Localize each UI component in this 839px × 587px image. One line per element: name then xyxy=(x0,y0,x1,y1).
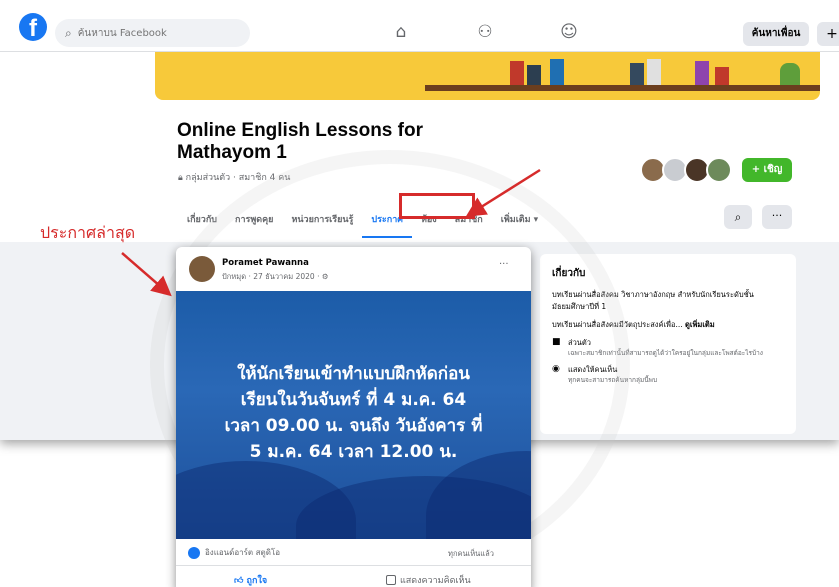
post-date: ปักหมุด · 27 ธันวาคม 2020 · ⚙ xyxy=(222,272,329,281)
post-message-line: เวลา 09.00 น. จนถึง วันอังคาร ที่ xyxy=(224,416,483,436)
like-button[interactable]: 👍︎ ถูกใจ xyxy=(234,573,267,587)
cover-book xyxy=(695,61,709,85)
post-options-icon[interactable]: ··· xyxy=(499,259,509,270)
cover-photo xyxy=(155,52,820,100)
like-label: ถูกใจ xyxy=(246,576,268,586)
cover-book xyxy=(510,61,524,85)
post-message-line: 5 ม.ค. 64 เวลา 12.00 น. xyxy=(249,442,458,462)
lock-icon: 🔒︎ xyxy=(178,173,183,183)
create-button[interactable]: + xyxy=(817,22,839,46)
facebook-logo-icon[interactable]: f xyxy=(19,13,47,41)
reactors-text: อิงแอนด์อาร์ต สตูดิโอ xyxy=(205,548,281,557)
cover-book xyxy=(630,63,644,85)
search-box[interactable]: ⌕ xyxy=(55,19,250,47)
author-avatar[interactable] xyxy=(189,256,215,282)
avatar[interactable] xyxy=(706,157,732,183)
group-search-button[interactable]: ⌕ xyxy=(724,205,752,229)
top-navigation-bar: f ⌕ ⌂ ⚇ ☺ ค้นหาเพื่อน + xyxy=(0,0,839,52)
cover-book xyxy=(715,67,729,85)
post-image[interactable]: ให้นักเรียนเข้าทำแบบฝึกหัดก่อน เรียนในวั… xyxy=(176,291,531,539)
cover-book xyxy=(550,59,564,85)
member-avatars[interactable] xyxy=(640,157,732,185)
post-actions: 👍︎ ถูกใจ แสดงความคิดเห็น xyxy=(176,565,531,587)
post-author[interactable]: Poramet Pawanna xyxy=(222,258,309,268)
post-reactions[interactable]: อิงแอนด์อาร์ต สตูดิโอ xyxy=(188,546,280,559)
cover-book xyxy=(527,65,541,85)
latest-announcement-label: ประกาศล่าสุด xyxy=(40,223,136,242)
like-reaction-icon xyxy=(188,546,200,559)
thumbs-up-icon: 👍︎ xyxy=(234,576,244,586)
cover-book xyxy=(647,59,661,85)
find-friends-button[interactable]: ค้นหาเพื่อน xyxy=(743,22,809,46)
post-message: ให้นักเรียนเข้าทำแบบฝึกหัดก่อน เรียนในวั… xyxy=(176,361,531,465)
search-icon: ⌕ xyxy=(65,25,72,40)
cover-shelf xyxy=(425,85,820,91)
invite-button[interactable]: + เชิญ xyxy=(742,158,792,182)
comment-label: แสดงความคิดเห็น xyxy=(400,576,471,586)
comment-icon xyxy=(386,575,396,585)
home-icon[interactable]: ⌂ xyxy=(388,20,414,44)
seen-by-text[interactable]: ทุกคนเห็นแล้ว xyxy=(448,548,494,560)
screenshot-stage: f ⌕ ⌂ ⚇ ☺ ค้นหาเพื่อน + Onl xyxy=(0,0,839,587)
announcement-post: Poramet Pawanna ปักหมุด · 27 ธันวาคม 202… xyxy=(176,247,531,587)
search-input[interactable] xyxy=(77,27,238,39)
comment-button[interactable]: แสดงความคิดเห็น xyxy=(386,573,471,587)
group-more-button[interactable]: ··· xyxy=(762,205,792,229)
post-header: Poramet Pawanna ปักหมุด · 27 ธันวาคม 202… xyxy=(176,247,531,291)
cover-cactus xyxy=(780,63,800,85)
post-message-line: เรียนในวันจันทร์ ที่ 4 ม.ค. 64 xyxy=(240,390,467,410)
friends-icon[interactable]: ⚇ xyxy=(472,20,498,44)
groups-icon[interactable]: ☺ xyxy=(556,20,582,44)
see-more-link[interactable]: ดูเพิ่มเติม xyxy=(685,320,715,329)
post-message-line: ให้นักเรียนเข้าทำแบบฝึกหัดก่อน xyxy=(237,364,470,384)
